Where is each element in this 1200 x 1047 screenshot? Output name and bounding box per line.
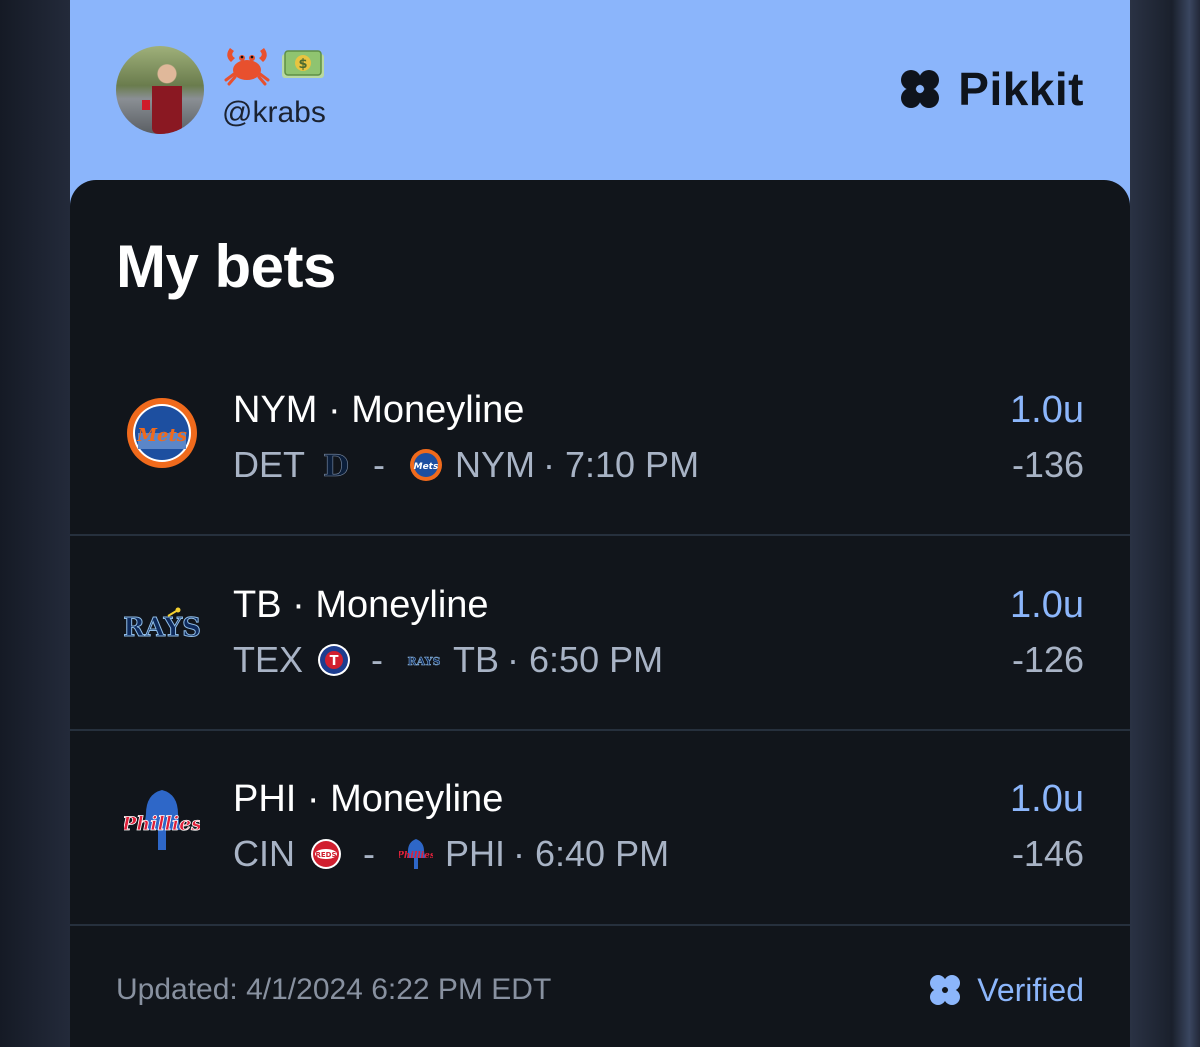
background-right — [1130, 0, 1200, 1047]
avatar[interactable] — [116, 46, 204, 134]
card-header: $ @krabs Pikkit — [70, 0, 1130, 180]
bet-units: 1.0u — [1010, 389, 1084, 431]
verified-badge[interactable]: Verified — [925, 970, 1084, 1010]
profile-emojis: $ — [222, 42, 326, 86]
clover-verified-icon — [930, 975, 961, 1005]
rangers-logo-icon: T — [318, 644, 351, 676]
bet-odds: -146 — [1011, 833, 1084, 874]
svg-text:Phillies: Phillies — [124, 813, 200, 835]
matchup-separator: - — [373, 444, 385, 485]
bet-row[interactable]: Phillies PHI · Moneyline CIN REDS - Phil… — [70, 730, 1130, 924]
verified-label: Verified — [977, 971, 1084, 1008]
bets-panel: My bets Mets NYM · Moneyline DET D - Met… — [70, 180, 1130, 1047]
divider — [70, 924, 1130, 926]
bet-card: $ @krabs Pikkit My bets Mets NYM · Money… — [70, 0, 1130, 1047]
clover-logo-icon — [901, 70, 940, 108]
bet-odds: -136 — [1011, 444, 1084, 485]
phillies-logo-icon: Phillies — [124, 790, 200, 850]
svg-text:T: T — [330, 654, 339, 669]
crab-icon — [224, 48, 270, 86]
reds-logo-icon: REDS — [311, 839, 341, 869]
svg-text:RAYS: RAYS — [408, 655, 441, 668]
svg-text:Mets: Mets — [414, 462, 439, 472]
mets-logo-icon: Mets — [127, 398, 197, 468]
updated-timestamp: Updated: 4/1/2024 6:22 PM EDT — [116, 973, 552, 1006]
background-left — [0, 0, 70, 1047]
bet-title: TB · Moneyline — [233, 584, 489, 626]
svg-text:Mets: Mets — [136, 425, 187, 446]
svg-text:REDS: REDS — [315, 851, 336, 859]
matchup-separator: - — [363, 833, 375, 874]
svg-text:Phillies: Phillies — [399, 851, 433, 861]
game-time: · 6:50 PM — [507, 639, 664, 680]
home-team: NYM — [455, 444, 535, 485]
avatar-person — [152, 64, 182, 134]
brand-name: Pikkit — [958, 63, 1084, 115]
username-handle[interactable]: @krabs — [222, 96, 326, 130]
home-team: TB — [453, 639, 500, 680]
avatar-cup — [142, 100, 150, 110]
money-icon: $ — [282, 50, 324, 78]
brand: Pikkit — [894, 62, 1084, 116]
bet-row[interactable]: Mets NYM · Moneyline DET D - Mets NYM · … — [70, 341, 1130, 535]
away-team: CIN — [233, 833, 295, 874]
rays-logo-icon: RAYS — [124, 607, 200, 644]
svg-text:$: $ — [298, 57, 307, 72]
bet-units: 1.0u — [1010, 778, 1084, 820]
bet-row[interactable]: RAYS TB · Moneyline TEX T - RAYS TB · 6:… — [70, 536, 1130, 730]
game-time: · 6:40 PM — [513, 833, 670, 874]
away-team: TEX — [233, 639, 304, 680]
bet-odds: -126 — [1011, 639, 1084, 680]
svg-text:D: D — [323, 449, 349, 482]
bet-title: NYM · Moneyline — [233, 389, 525, 431]
game-time: · 7:10 PM — [543, 444, 700, 485]
phillies-mini-logo-icon: Phillies — [399, 839, 433, 869]
home-team: PHI — [445, 833, 506, 874]
mets-mini-logo-icon: Mets — [410, 449, 442, 481]
tigers-logo-icon: D — [323, 449, 350, 482]
rays-mini-logo-icon: RAYS — [407, 655, 441, 669]
matchup: TEX T - RAYS TB · 6:50 PM — [233, 639, 663, 681]
matchup: CIN REDS - Phillies PHI · 6:40 PM — [233, 833, 669, 875]
bet-units: 1.0u — [1010, 584, 1084, 626]
away-team: DET — [233, 444, 305, 485]
bet-title: PHI · Moneyline — [233, 778, 504, 820]
matchup-separator: - — [371, 639, 384, 680]
svg-text:RAYS: RAYS — [124, 613, 200, 643]
page-title: My bets — [116, 233, 336, 300]
matchup: DET D - Mets NYM · 7:10 PM — [233, 444, 699, 486]
